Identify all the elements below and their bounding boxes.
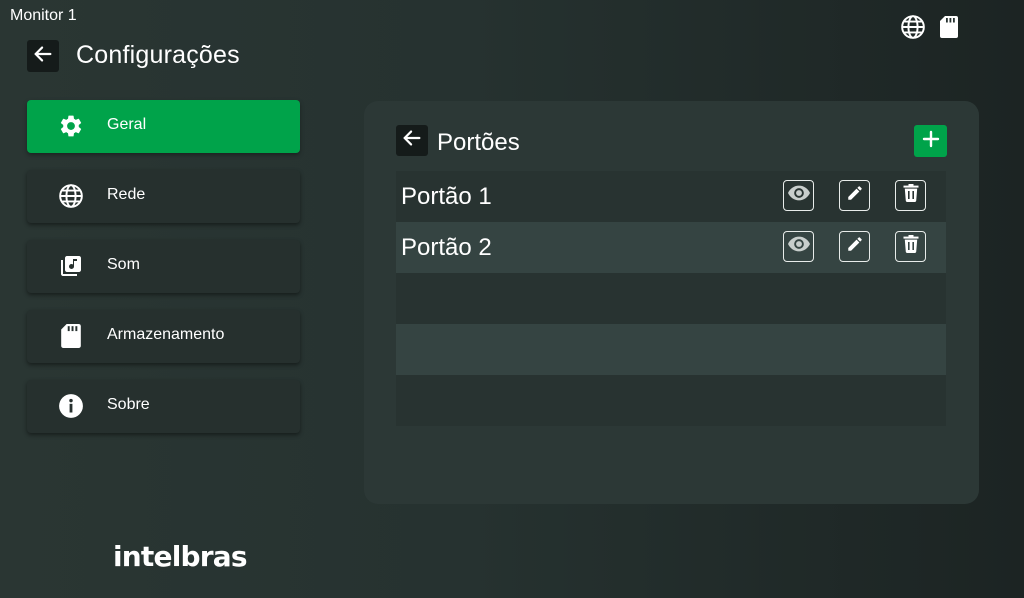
gate-list: Portão 1 Portão 2 bbox=[396, 171, 946, 426]
eye-icon bbox=[787, 185, 810, 206]
gates-panel: Portões Portão 1 Portão 2 bbox=[364, 101, 979, 504]
empty-row bbox=[396, 324, 946, 375]
sd-card-icon bbox=[940, 16, 958, 38]
sidebar: Geral Rede Som Armazenamento Sobre bbox=[27, 100, 300, 450]
empty-row bbox=[396, 273, 946, 324]
window-title: Monitor 1 bbox=[10, 7, 77, 24]
sidebar-item-label: Sobre bbox=[107, 396, 150, 413]
gear-icon bbox=[58, 113, 84, 139]
sidebar-item-label: Armazenamento bbox=[107, 326, 225, 343]
delete-gate-button[interactable] bbox=[895, 180, 926, 211]
sd-card-icon bbox=[58, 323, 84, 349]
plus-icon bbox=[922, 130, 940, 153]
view-gate-button[interactable] bbox=[783, 180, 814, 211]
empty-row bbox=[396, 375, 946, 426]
info-icon bbox=[58, 393, 84, 419]
arrow-left-icon bbox=[401, 127, 423, 154]
sidebar-item-sobre[interactable]: Sobre bbox=[27, 380, 300, 433]
sidebar-item-geral[interactable]: Geral bbox=[27, 100, 300, 153]
sidebar-item-armazenamento[interactable]: Armazenamento bbox=[27, 310, 300, 363]
panel-title: Portões bbox=[437, 129, 520, 156]
sidebar-item-label: Geral bbox=[107, 116, 147, 133]
page-title: Configurações bbox=[76, 41, 240, 69]
back-button[interactable] bbox=[27, 40, 59, 72]
gate-name: Portão 1 bbox=[401, 183, 492, 210]
status-bar bbox=[900, 14, 958, 40]
edit-gate-button[interactable] bbox=[839, 231, 870, 262]
gate-row: Portão 2 bbox=[396, 222, 946, 273]
sidebar-item-label: Rede bbox=[107, 186, 146, 203]
globe-icon bbox=[900, 14, 926, 40]
eye-icon bbox=[787, 236, 810, 257]
trash-icon bbox=[903, 235, 919, 258]
gate-name: Portão 2 bbox=[401, 234, 492, 261]
globe-icon bbox=[58, 183, 84, 209]
delete-gate-button[interactable] bbox=[895, 231, 926, 262]
panel-back-button[interactable] bbox=[396, 125, 428, 156]
sidebar-item-rede[interactable]: Rede bbox=[27, 170, 300, 223]
arrow-left-icon bbox=[32, 43, 54, 70]
pencil-icon bbox=[846, 184, 864, 207]
sidebar-item-label: Som bbox=[107, 256, 140, 273]
trash-icon bbox=[903, 184, 919, 207]
add-gate-button[interactable] bbox=[914, 125, 947, 157]
gate-row: Portão 1 bbox=[396, 171, 946, 222]
pencil-icon bbox=[846, 235, 864, 258]
view-gate-button[interactable] bbox=[783, 231, 814, 262]
music-library-icon bbox=[58, 253, 84, 279]
edit-gate-button[interactable] bbox=[839, 180, 870, 211]
intelbras-logo: intelbras bbox=[113, 540, 248, 573]
sidebar-item-som[interactable]: Som bbox=[27, 240, 300, 293]
